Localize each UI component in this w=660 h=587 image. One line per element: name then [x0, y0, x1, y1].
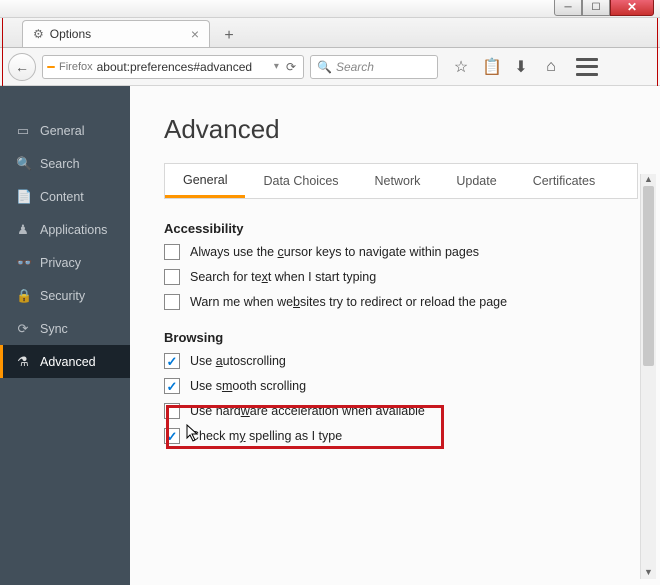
accessibility-checkbox-1[interactable]	[164, 269, 180, 285]
browsing-checkbox-0[interactable]	[164, 353, 180, 369]
firefox-icon	[47, 66, 55, 68]
page-title: Advanced	[164, 114, 638, 145]
section-browsing-heading: Browsing	[164, 330, 638, 345]
accessibility-option-1: Search for text when I start typing	[164, 269, 638, 285]
accessibility-label-0: Always use the cursor keys to navigate w…	[190, 245, 479, 259]
scroll-up-icon[interactable]: ▲	[641, 174, 656, 186]
browser-tab-options[interactable]: ⚙ Options ×	[22, 20, 210, 47]
sidebar-item-applications[interactable]: ♟Applications	[0, 213, 130, 246]
browsing-label-0: Use autoscrolling	[190, 354, 286, 368]
gear-icon: ⚙	[33, 27, 44, 41]
window-maximize-button[interactable]: ☐	[582, 0, 610, 16]
home-icon[interactable]: ⌂	[542, 58, 560, 76]
navigation-toolbar: ← Firefox about:preferences#advanced ▾ ⟳…	[0, 48, 660, 86]
browsing-option-1: Use smooth scrolling	[164, 378, 638, 394]
search-icon: 🔍	[317, 60, 332, 74]
browsing-checkbox-2[interactable]	[164, 403, 180, 419]
sidebar-item-privacy[interactable]: 👓Privacy	[0, 246, 130, 279]
clipboard-icon[interactable]: 📋	[482, 57, 500, 77]
window-minimize-button[interactable]: ─	[554, 0, 582, 16]
sidebar-item-advanced[interactable]: ⚗Advanced	[0, 345, 130, 378]
tab-close-icon[interactable]: ×	[191, 26, 199, 42]
window-close-button[interactable]: ✕	[610, 0, 654, 16]
section-accessibility-heading: Accessibility	[164, 221, 638, 236]
downloads-icon[interactable]: ⬇	[512, 57, 530, 77]
sidebar-item-sync[interactable]: ⟳Sync	[0, 312, 130, 345]
subtab-certificates[interactable]: Certificates	[515, 164, 614, 198]
browsing-checkbox-3[interactable]	[164, 428, 180, 444]
sidebar-item-security[interactable]: 🔒Security	[0, 279, 130, 312]
search-bar[interactable]: 🔍 Search	[310, 55, 438, 79]
privacy-icon: 👓	[16, 255, 30, 271]
sync-icon: ⟳	[16, 321, 30, 337]
accessibility-label-1: Search for text when I start typing	[190, 270, 376, 284]
browsing-option-2: Use hardware acceleration when available	[164, 403, 638, 419]
preferences-main-pane: Advanced General Data Choices Network Up…	[130, 86, 660, 585]
advanced-icon: ⚗	[16, 354, 30, 370]
sidebar-item-general[interactable]: ▭General	[0, 114, 130, 147]
url-bar[interactable]: Firefox about:preferences#advanced ▾ ⟳	[42, 55, 304, 79]
accessibility-option-0: Always use the cursor keys to navigate w…	[164, 244, 638, 260]
browsing-option-3: Check my spelling as I type	[164, 428, 638, 444]
window-titlebar: ─ ☐ ✕	[0, 0, 660, 18]
subtab-network[interactable]: Network	[357, 164, 439, 198]
sidebar-item-content[interactable]: 📄Content	[0, 180, 130, 213]
security-icon: 🔒	[16, 288, 30, 304]
identity-label: Firefox	[59, 61, 93, 73]
advanced-subtabs: General Data Choices Network Update Cert…	[164, 163, 638, 199]
url-text: about:preferences#advanced	[97, 60, 252, 74]
search-placeholder: Search	[336, 60, 374, 74]
subtab-general[interactable]: General	[165, 164, 245, 198]
browsing-checkbox-1[interactable]	[164, 378, 180, 394]
preferences-sidebar: ▭General 🔍Search 📄Content ♟Applications …	[0, 86, 130, 585]
general-icon: ▭	[16, 123, 30, 139]
subtab-update[interactable]: Update	[438, 164, 514, 198]
scroll-down-icon[interactable]: ▼	[641, 567, 656, 579]
bookmark-star-icon[interactable]: ☆	[452, 57, 470, 77]
sidebar-item-search[interactable]: 🔍Search	[0, 147, 130, 180]
browsing-option-0: Use autoscrolling	[164, 353, 638, 369]
scrollbar-thumb[interactable]	[643, 186, 654, 366]
accessibility-checkbox-2[interactable]	[164, 294, 180, 310]
tab-title: Options	[50, 27, 91, 41]
browsing-label-1: Use smooth scrolling	[190, 379, 306, 393]
applications-icon: ♟	[16, 222, 30, 238]
vertical-scrollbar[interactable]: ▲ ▼	[640, 174, 656, 579]
content-icon: 📄	[16, 189, 30, 205]
menu-button[interactable]	[576, 58, 598, 76]
subtab-data-choices[interactable]: Data Choices	[245, 164, 356, 198]
urlbar-dropdown-icon[interactable]: ▾	[270, 61, 283, 72]
reload-icon[interactable]: ⟳	[283, 60, 299, 74]
new-tab-button[interactable]: +	[216, 25, 242, 47]
accessibility-checkbox-0[interactable]	[164, 244, 180, 260]
accessibility-label-2: Warn me when websites try to redirect or…	[190, 295, 507, 309]
browser-tabstrip: ⚙ Options × +	[0, 18, 660, 48]
back-button[interactable]: ←	[8, 53, 36, 81]
accessibility-option-2: Warn me when websites try to redirect or…	[164, 294, 638, 310]
browsing-label-2: Use hardware acceleration when available	[190, 404, 425, 418]
browsing-label-3: Check my spelling as I type	[190, 429, 342, 443]
search-pref-icon: 🔍	[16, 156, 30, 172]
